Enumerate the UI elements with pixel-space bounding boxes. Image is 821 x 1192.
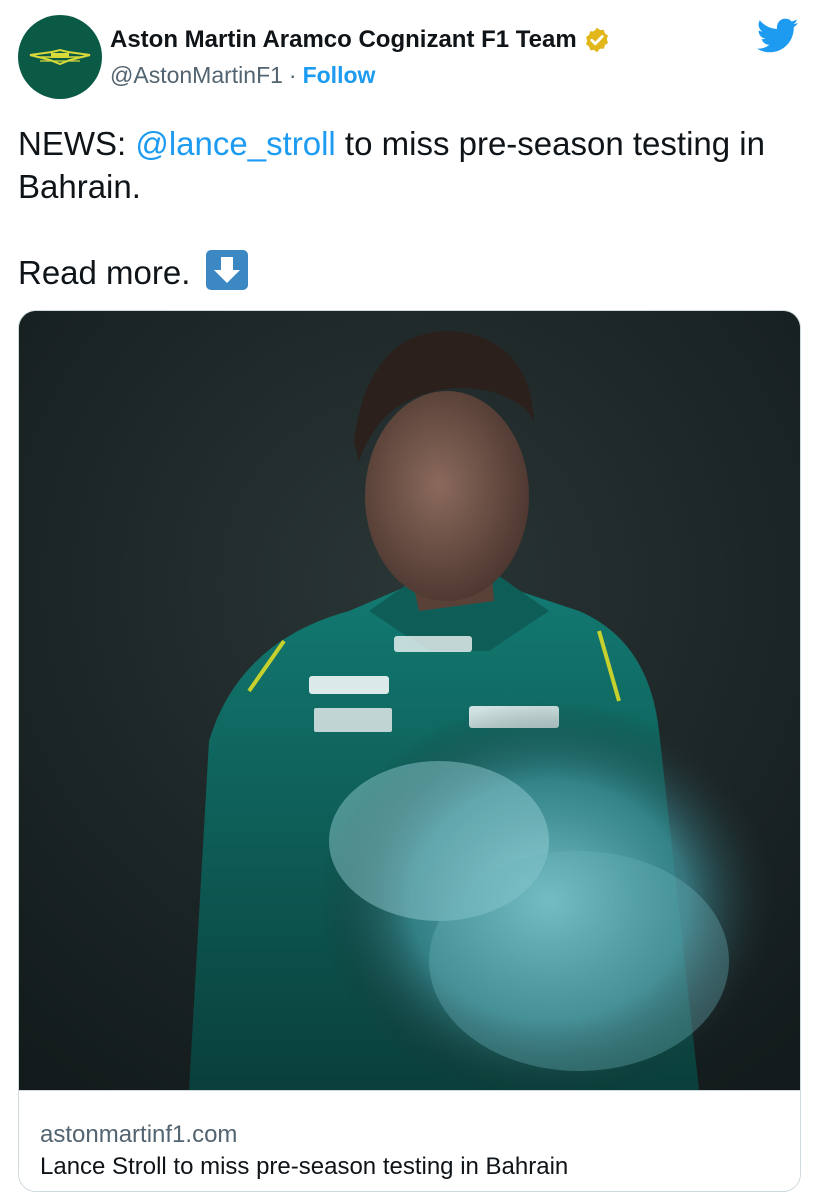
down-arrow-emoji-icon — [205, 250, 248, 290]
tweet-line-1: NEWS: @lance_stroll to miss pre-season t… — [18, 122, 808, 165]
verified-badge-icon — [585, 27, 608, 53]
author-handle[interactable]: @AstonMartinF1 — [110, 62, 283, 89]
link-card[interactable]: astonmartinf1.com Lance Stroll to miss p… — [18, 310, 801, 1192]
author-handle-row: @AstonMartinF1 · Follow — [110, 62, 375, 89]
author-name-row: Aston Martin Aramco Cognizant F1 Team — [110, 26, 611, 54]
twitter-bird-icon[interactable] — [757, 18, 799, 54]
card-meta[interactable]: astonmartinf1.com Lance Stroll to miss p… — [19, 1090, 800, 1191]
read-more-text: Read more. — [18, 254, 191, 291]
card-domain: astonmartinf1.com — [40, 1121, 238, 1148]
follow-button[interactable]: Follow — [303, 62, 376, 89]
tweet-prefix: NEWS: — [18, 125, 136, 162]
tweet-line-3: Read more. — [18, 250, 808, 294]
card-image[interactable] — [19, 311, 800, 1090]
tweet-line-2: Bahrain. — [18, 168, 141, 205]
author-display-name[interactable]: Aston Martin Aramco Cognizant F1 Team — [110, 26, 577, 54]
separator-dot: · — [288, 62, 297, 88]
tweet-text: NEWS: @lance_stroll to miss pre-season t… — [18, 122, 808, 294]
avatar[interactable] — [18, 15, 102, 99]
tweet-gap — [18, 208, 808, 250]
tweet-after-mention: to miss pre-season testing in — [335, 125, 765, 162]
aston-martin-logo-icon — [29, 48, 91, 66]
driver-photo — [19, 311, 800, 1090]
card-title: Lance Stroll to miss pre-season testing … — [40, 1153, 569, 1180]
mention-link[interactable]: @lance_stroll — [135, 125, 335, 162]
